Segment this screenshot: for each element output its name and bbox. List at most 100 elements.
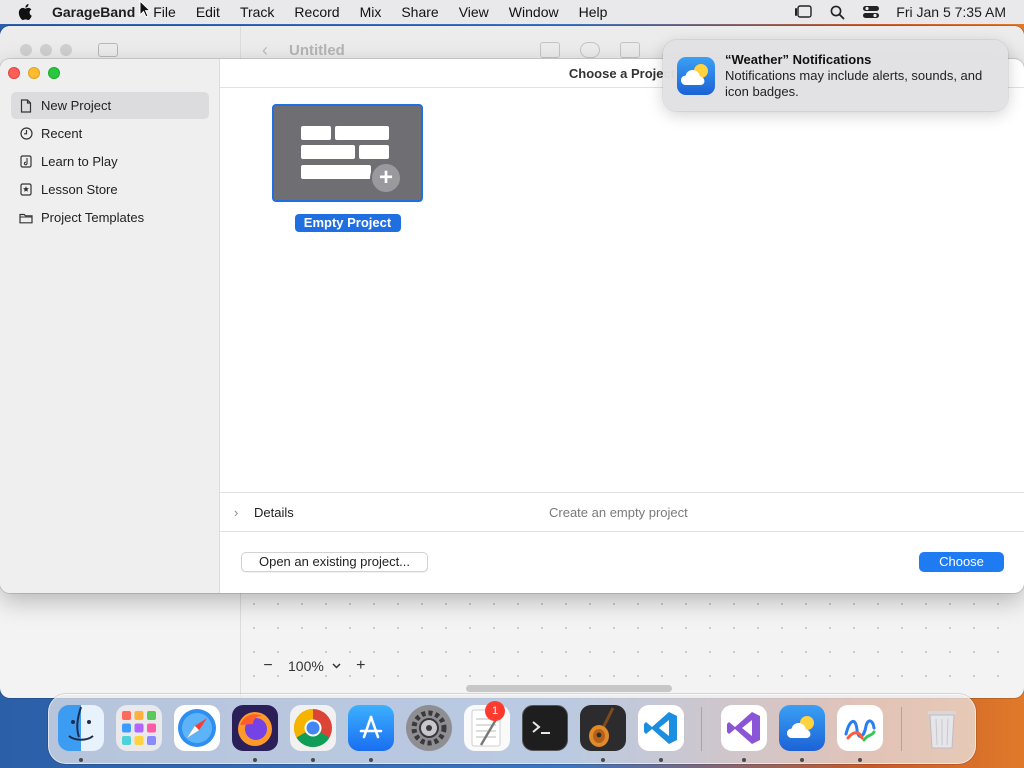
dialog-sidebar: New Project Recent Learn to Play Lesson … <box>0 59 220 593</box>
horizontal-scrollbar[interactable] <box>466 685 672 692</box>
thumbnail-block <box>301 165 371 179</box>
menu-track[interactable]: Track <box>230 4 284 20</box>
menu-view[interactable]: View <box>449 4 499 20</box>
learn-icon <box>19 155 33 169</box>
notification-body: Notifications may include alerts, sounds… <box>725 68 983 99</box>
running-indicator <box>311 758 315 762</box>
safari-icon[interactable] <box>174 705 220 751</box>
details-disclosure[interactable]: › Details Create an empty project <box>220 492 1024 532</box>
project-chooser-dialog: New Project Recent Learn to Play Lesson … <box>0 59 1024 593</box>
menu-help[interactable]: Help <box>569 4 618 20</box>
folder-icon <box>19 211 33 225</box>
close-button[interactable] <box>8 67 20 79</box>
sidebar-item-label: Project Templates <box>41 210 145 225</box>
thumbnail-block <box>335 126 389 140</box>
thumbnail-block <box>359 145 389 159</box>
menu-mix[interactable]: Mix <box>350 4 392 20</box>
dock: 1 <box>48 694 976 764</box>
system-settings-icon[interactable] <box>406 705 452 751</box>
chevron-right-icon[interactable]: › <box>234 505 248 520</box>
dialog-title: Choose a Project <box>568 65 676 81</box>
stage-manager-icon[interactable] <box>794 4 812 20</box>
zoom-out-button[interactable]: − <box>258 657 278 675</box>
weather-icon[interactable] <box>779 705 825 751</box>
minimize-button[interactable] <box>28 67 40 79</box>
thumbnail-block <box>301 126 331 140</box>
running-indicator <box>79 758 83 762</box>
running-indicator <box>800 758 804 762</box>
zoom-level-value: 100% <box>288 658 324 674</box>
sidebar-item-label: Learn to Play <box>41 154 118 169</box>
terminal-icon[interactable] <box>522 705 568 751</box>
firefox-icon[interactable] <box>232 705 278 751</box>
loops-icon[interactable] <box>580 42 600 58</box>
weather-app-icon <box>677 57 715 95</box>
sidebar-list: New Project Recent Learn to Play Lesson … <box>11 92 209 232</box>
menu-edit[interactable]: Edit <box>186 4 230 20</box>
open-existing-project-button[interactable]: Open an existing project... <box>241 552 428 572</box>
empty-project-tile[interactable]: + Empty Project <box>272 104 423 232</box>
app-menu[interactable]: GarageBand <box>52 4 135 20</box>
thumbnail-block <box>301 145 355 159</box>
add-plus-icon: + <box>370 162 402 194</box>
finder-icon[interactable] <box>58 705 104 751</box>
chrome-icon[interactable] <box>290 705 336 751</box>
inspector-icon[interactable] <box>540 42 560 58</box>
chevron-down-icon <box>332 663 341 669</box>
empty-project-label[interactable]: Empty Project <box>294 214 401 232</box>
back-chevron-icon[interactable]: ‹ <box>262 40 268 61</box>
weather-notification-banner[interactable]: “Weather” Notifications Notifications ma… <box>663 40 1008 111</box>
minimize-button-inactive[interactable] <box>40 44 52 56</box>
vscode-icon[interactable] <box>638 705 684 751</box>
sidebar-item-label: New Project <box>41 98 112 113</box>
sidebar-item-label: Lesson Store <box>41 182 118 197</box>
maximize-button[interactable] <box>48 67 60 79</box>
running-indicator <box>659 758 663 762</box>
library-toggle-icon[interactable] <box>98 43 118 57</box>
menu-bar: GarageBand File Edit Track Record Mix Sh… <box>0 0 1024 24</box>
apple-menu-icon[interactable] <box>0 3 52 21</box>
garageband-icon[interactable] <box>580 705 626 751</box>
freeform-icon[interactable] <box>837 705 883 751</box>
sidebar-item-new-project[interactable]: New Project <box>11 92 209 119</box>
running-indicator <box>858 758 862 762</box>
sidebar-item-recent[interactable]: Recent <box>11 120 209 147</box>
document-icon <box>19 98 33 113</box>
visual-studio-icon[interactable] <box>721 705 767 751</box>
editors-icon[interactable] <box>620 42 640 58</box>
menu-record[interactable]: Record <box>284 4 349 20</box>
notification-title: “Weather” Notifications <box>725 52 872 67</box>
mouse-cursor-icon <box>139 0 152 23</box>
running-indicator <box>253 758 257 762</box>
dock-separator <box>901 707 902 751</box>
details-description: Create an empty project <box>549 504 688 520</box>
zoom-controls: − 100% + <box>258 656 371 676</box>
app-store-icon[interactable] <box>348 705 394 751</box>
control-center-icon[interactable] <box>862 4 880 20</box>
close-button-inactive[interactable] <box>20 44 32 56</box>
running-indicator <box>742 758 746 762</box>
details-label[interactable]: Details <box>254 505 294 520</box>
running-indicator <box>601 758 605 762</box>
sidebar-item-project-templates[interactable]: Project Templates <box>11 204 209 231</box>
notification-badge: 1 <box>485 701 505 721</box>
menu-share[interactable]: Share <box>391 4 448 20</box>
maximize-button-inactive[interactable] <box>60 44 72 56</box>
menu-bar-clock[interactable]: Fri Jan 5 7:35 AM <box>896 4 1006 20</box>
menu-window[interactable]: Window <box>499 4 569 20</box>
sidebar-item-learn-to-play[interactable]: Learn to Play <box>11 148 209 175</box>
sidebar-item-label: Recent <box>41 126 83 141</box>
dock-separator <box>701 707 702 751</box>
main-window-title: Untitled <box>289 42 345 59</box>
zoom-level-select[interactable]: 100% <box>288 658 341 674</box>
running-indicator <box>369 758 373 762</box>
star-icon <box>19 183 33 197</box>
zoom-in-button[interactable]: + <box>351 657 371 675</box>
empty-project-thumbnail[interactable]: + <box>272 104 423 202</box>
clock-icon <box>19 127 33 141</box>
choose-button[interactable]: Choose <box>919 552 1004 572</box>
trash-icon[interactable] <box>919 705 965 751</box>
launchpad-icon[interactable] <box>116 705 162 751</box>
sidebar-item-lesson-store[interactable]: Lesson Store <box>11 176 209 203</box>
spotlight-search-icon[interactable] <box>828 4 846 20</box>
